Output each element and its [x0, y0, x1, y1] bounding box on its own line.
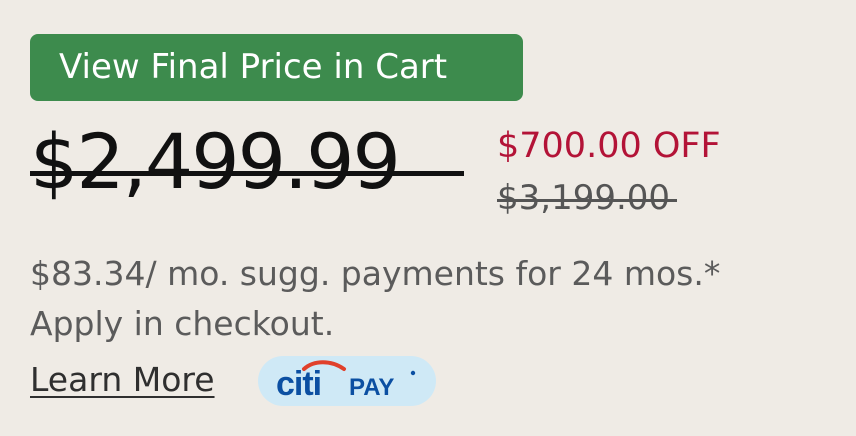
- view-final-price-label: View Final Price in Cart: [59, 47, 448, 87]
- citi-pay-logo: citi PAY: [276, 360, 416, 402]
- current-price-strike: [30, 171, 464, 176]
- svg-text:PAY: PAY: [349, 374, 394, 401]
- financing-text: $83.34/ mo. sugg. payments for 24 mos.* …: [30, 254, 721, 343]
- learn-more-link[interactable]: Learn More: [30, 358, 215, 402]
- view-final-price-badge: View Final Price in Cart: [30, 34, 523, 101]
- discount-amount: $700.00 OFF: [497, 126, 721, 166]
- citi-pay-badge: citi PAY: [258, 356, 436, 406]
- original-price-strike: [497, 199, 677, 202]
- svg-text:citi: citi: [276, 365, 321, 402]
- current-price: $2,499.99: [30, 117, 401, 206]
- price-display: $2,499.99: [30, 114, 466, 224]
- original-price: $3,199.00: [497, 178, 671, 218]
- original-price-wrap: $3,199.00: [497, 176, 677, 220]
